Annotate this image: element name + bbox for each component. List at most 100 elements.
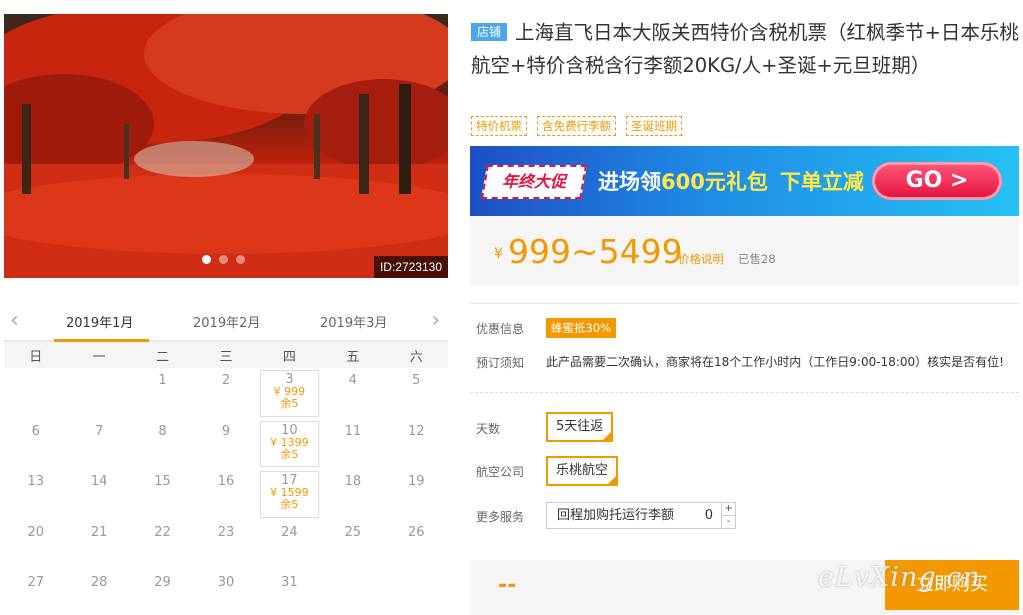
product-tags: 特价机票 含免费行李额 圣诞班期 [471, 116, 682, 136]
calendar-day: 12 [385, 419, 448, 470]
days-label: 天数 [476, 422, 501, 436]
price-range: 999~5499 [508, 232, 683, 271]
calendar-day: 5 [385, 368, 448, 419]
next-month-chevron-icon[interactable]: › [431, 308, 440, 333]
calendar-day: 1 [131, 368, 194, 419]
airline-option-peach[interactable]: 乐桃航空 [546, 456, 619, 486]
calendar-day: 25 [321, 520, 384, 571]
day-number: 21 [90, 524, 108, 540]
product-image-gallery[interactable]: ID:2723130 [4, 14, 448, 278]
empty-day-cell [67, 368, 130, 419]
calendar-day: 16 [194, 469, 257, 520]
product-title-text: 上海直飞日本大阪关西特价含税机票（红枫季节+日本乐桃航空+特价含税含行李额20K… [471, 21, 1019, 77]
weekday-label: 二 [156, 349, 170, 365]
site-watermark: eLvXing.cn [818, 562, 981, 593]
banner-go-button[interactable]: GO > [872, 162, 1002, 200]
weekday-label: 六 [409, 349, 423, 365]
day-number: 31 [281, 575, 298, 590]
calendar-day: 6 [4, 419, 67, 470]
weekday-header: 日 一 二 三 四 五 六 [4, 342, 448, 368]
weekday-label: 日 [29, 349, 43, 365]
decrement-button[interactable]: - [722, 516, 735, 529]
seats-left: 余5 [280, 447, 299, 461]
divider [470, 303, 1019, 304]
day-number: 20 [27, 524, 44, 540]
calendar-day: 15 [131, 469, 194, 520]
departure-calendar: ‹ 2019年1月 2019年2月 2019年3月 › 日 一 二 三 四 五 … [4, 300, 448, 615]
image-id-label: ID:2723130 [373, 256, 448, 278]
calendar-day-available[interactable]: 10 ¥ 1399 余5 [259, 420, 320, 467]
day-number: 6 [31, 423, 40, 439]
price-panel: ¥ 999~5499 价格说明 已售28 [470, 216, 1019, 286]
shop-badge[interactable]: 店铺 [471, 23, 508, 41]
divider [470, 392, 1019, 393]
day-number: 11 [344, 423, 362, 439]
day-number: 9 [221, 423, 231, 439]
promo-banner[interactable]: 年终大促 进场领600元礼包 下单立减 GO > [470, 146, 1019, 216]
calendar-day: 4 [321, 368, 384, 419]
calendar-day-available[interactable]: 17 ¥ 1599 余5 [259, 471, 320, 518]
day-number: 22 [154, 524, 171, 540]
days-option-5-day-round-trip[interactable]: 5天往返 [546, 412, 614, 442]
price-explanation-link[interactable]: 价格说明 [678, 251, 724, 267]
day-number: 26 [408, 524, 425, 540]
calendar-day: 29 [131, 570, 194, 615]
day-number: 24 [281, 524, 298, 540]
empty-day-cell [4, 368, 67, 419]
calendar-day: 2 [194, 368, 257, 419]
carousel-dot[interactable] [236, 255, 245, 264]
calendar-day: 27 [4, 570, 67, 615]
quantity-stepper: + - [721, 503, 735, 528]
day-number: 4 [348, 373, 357, 388]
weekday-label: 一 [92, 349, 106, 365]
total-price: -- [498, 573, 517, 598]
day-number: 13 [27, 474, 44, 489]
day-number: 1 [158, 373, 167, 388]
increment-button[interactable]: + [722, 503, 735, 516]
calendar-day: 8 [131, 419, 194, 470]
day-number: 25 [344, 524, 362, 540]
day-number: 2 [221, 373, 231, 388]
sold-count: 已售28 [738, 252, 776, 266]
prev-month-chevron-icon[interactable]: ‹ [10, 308, 19, 333]
honey-discount-badge: 蜂蜜抵30% [546, 318, 617, 338]
calendar-day: 21 [67, 520, 130, 571]
month-selector: ‹ 2019年1月 2019年2月 2019年3月 › [4, 300, 448, 342]
tab-month-mar[interactable]: 2019年3月 [320, 312, 387, 331]
notice-label: 预订须知 [476, 356, 525, 370]
weekday-label: 三 [219, 349, 233, 365]
carousel-dots [202, 255, 245, 264]
calendar-day: 30 [194, 570, 257, 615]
product-title: 店铺 上海直飞日本大阪关西特价含税机票（红枫季节+日本乐桃航空+特价含税含行李额2… [471, 16, 1019, 82]
calendar-days-grid: 1 2 3 ¥ 999 余5 4 5 6 7 8 9 10 ¥ 1399 余5 11 12 13 14 15 16 17… [4, 368, 448, 615]
carousel-dot[interactable] [202, 255, 211, 264]
day-number: 14 [90, 474, 108, 489]
calendar-day-available[interactable]: 3 ¥ 999 余5 [259, 370, 320, 417]
calendar-day: 18 [321, 469, 384, 520]
calendar-day: 26 [385, 520, 448, 571]
calendar-day: 11 [321, 419, 384, 470]
day-number: 28 [90, 575, 108, 590]
booking-notice-text: 此产品需要二次确认，商家将在18个工作小时内（工作日9:00-18:00）核实是… [546, 355, 1004, 369]
day-price: ¥ 1399 [270, 435, 309, 449]
day-number: 5 [412, 373, 421, 388]
day-number: 16 [217, 474, 235, 489]
calendar-day: 28 [67, 570, 130, 615]
day-number: 23 [217, 524, 235, 540]
seats-left: 余5 [280, 498, 299, 511]
day-number: 8 [158, 423, 167, 439]
banner-text: 进场领600元礼包 下单立减 [598, 170, 864, 194]
currency-symbol: ¥ [494, 246, 503, 262]
day-number: 29 [154, 575, 171, 590]
day-number: 10 [281, 422, 298, 438]
service-quantity[interactable]: 0 [705, 503, 713, 528]
service-name: 回程加购托运行李额 [557, 508, 675, 523]
calendar-day: 7 [67, 419, 130, 470]
tab-month-jan[interactable]: 2019年1月 [66, 312, 133, 331]
tab-month-feb[interactable]: 2019年2月 [193, 312, 260, 331]
carousel-dot[interactable] [219, 255, 228, 264]
calendar-day: 24 [258, 520, 321, 571]
weekday-label: 四 [282, 349, 296, 365]
calendar-day: 20 [4, 520, 67, 571]
day-number: 12 [408, 423, 425, 439]
